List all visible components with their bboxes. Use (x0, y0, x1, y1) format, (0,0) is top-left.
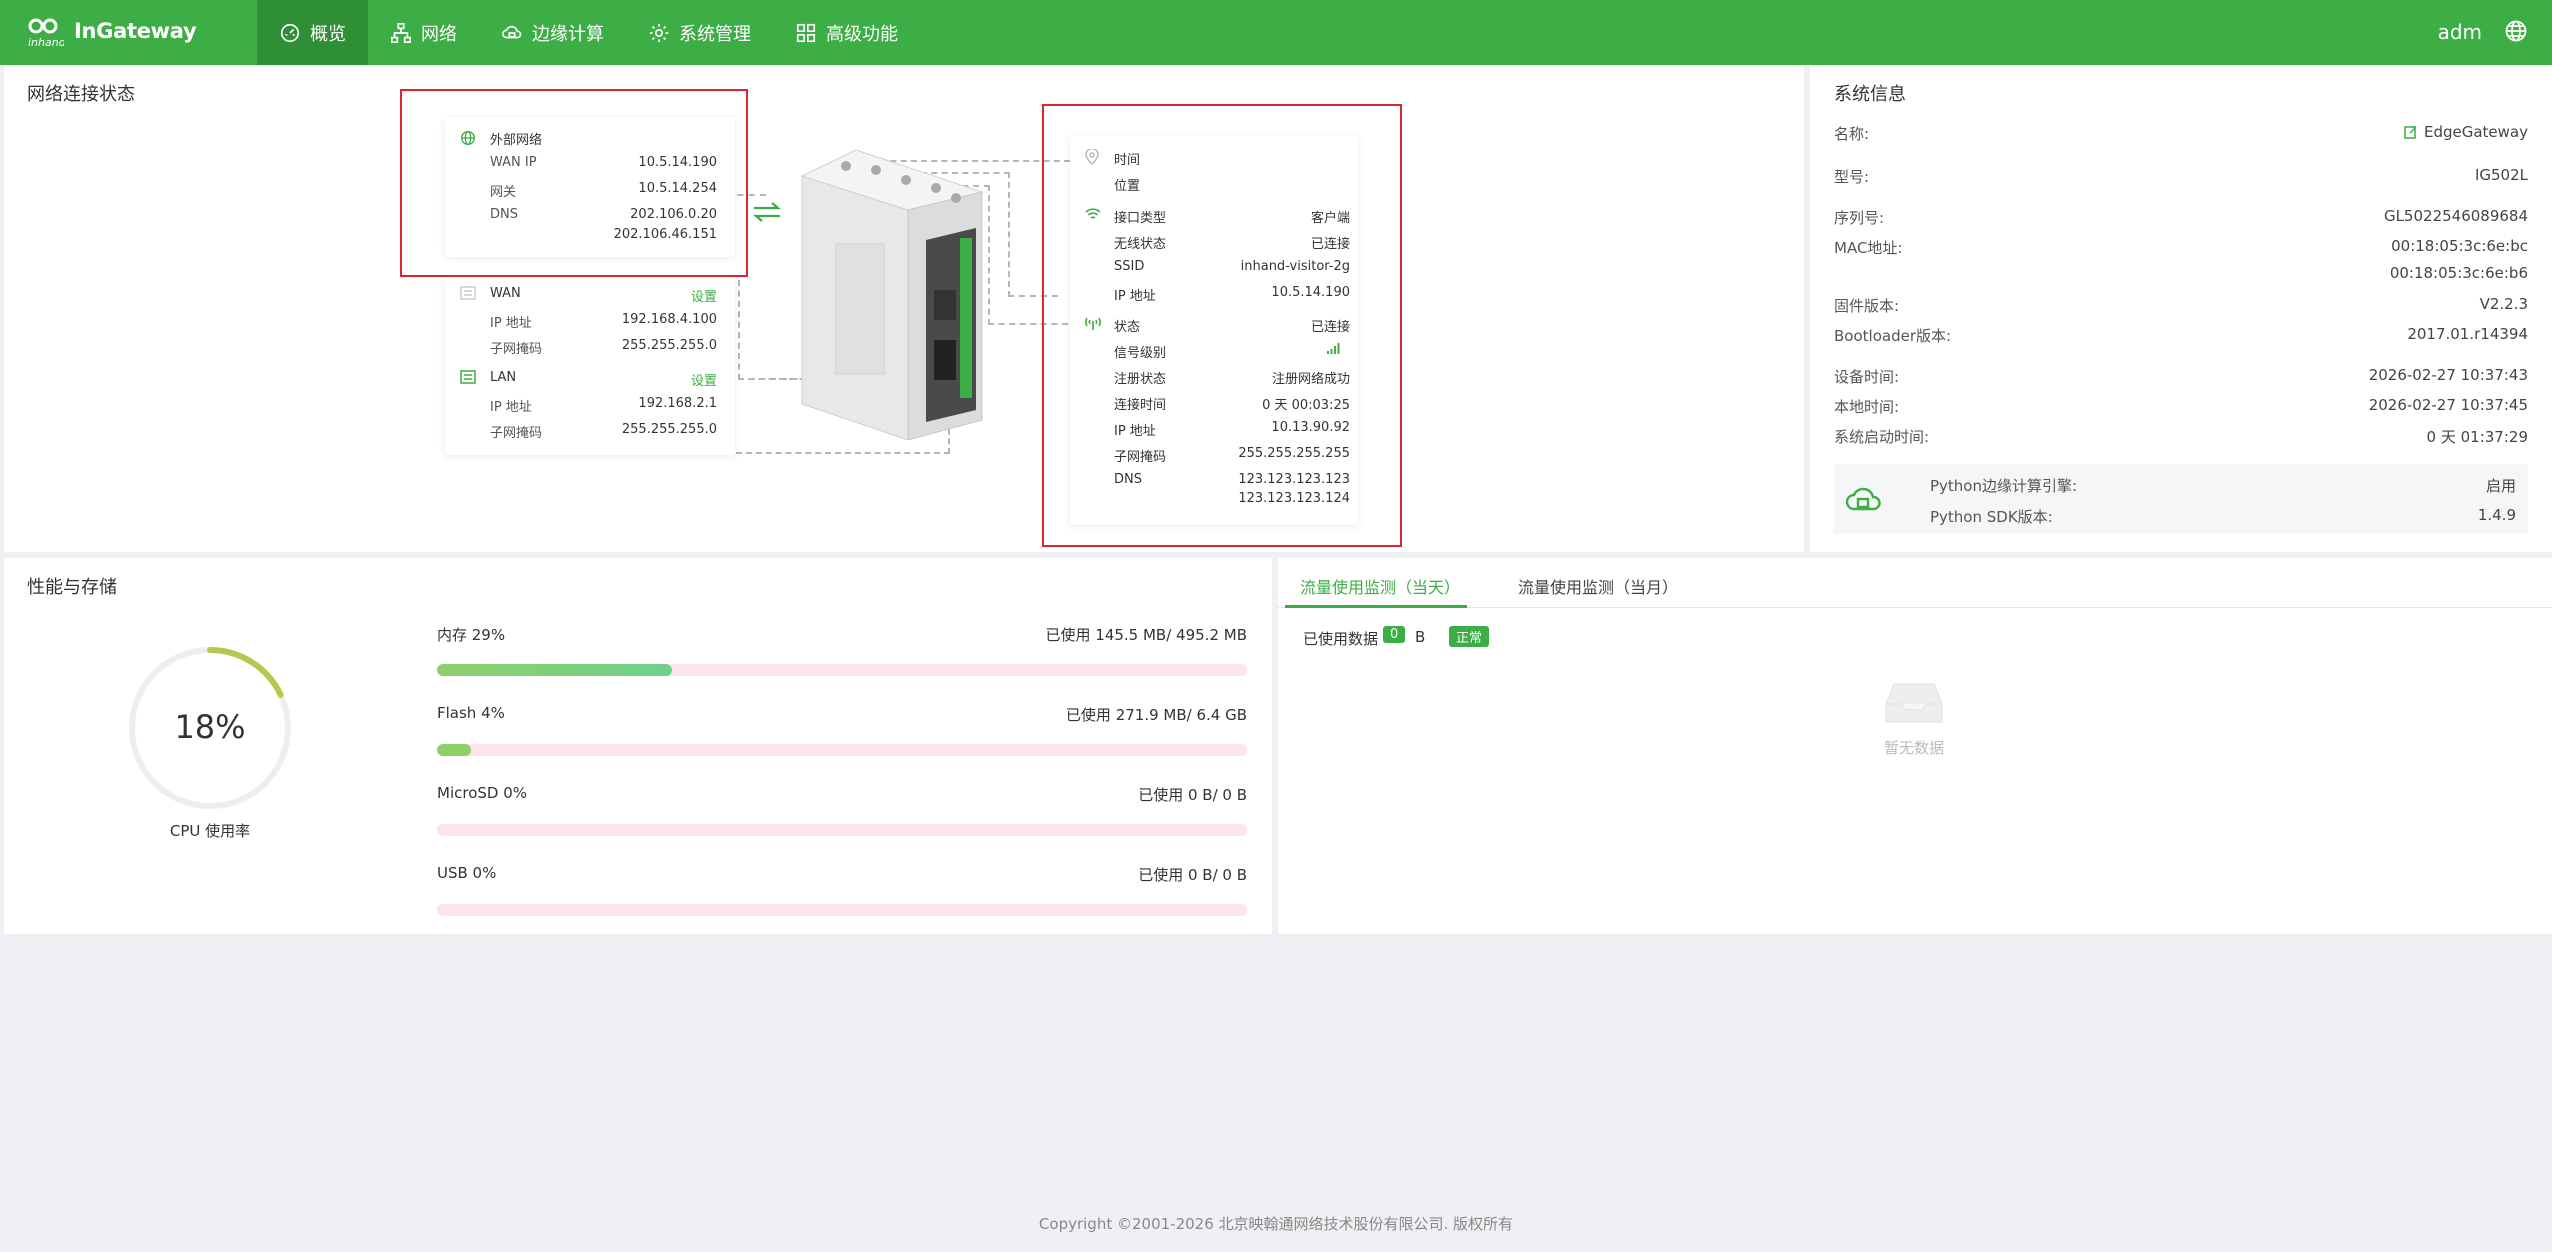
active-tab-indicator (1285, 605, 1467, 608)
wan-mask-value: 255.255.255.0 (621, 338, 717, 353)
local-time-label: 本地时间: (1834, 398, 1900, 416)
connector-line (736, 452, 950, 454)
storage-label: 内存 29% (437, 626, 506, 644)
traffic-status-badge: 正常 (1449, 626, 1490, 647)
logo[interactable]: inhand InGateway (26, 14, 197, 48)
mac-value-2: 00:18:05:3c:6e:b6 (2389, 264, 2528, 282)
menu-label: 网络 (421, 23, 457, 45)
python-sdk-value: 1.4.9 (2477, 506, 2516, 524)
svg-text:inhand: inhand (28, 36, 64, 48)
storage-progress-bar (437, 904, 1247, 916)
storage-progress-bar (437, 744, 1247, 756)
network-status-title: 网络连接状态 (27, 84, 135, 105)
app-name: InGateway (74, 19, 197, 43)
dashboard-icon (280, 23, 300, 42)
lan-ip-value: 192.168.2.1 (638, 396, 717, 411)
grid-icon (796, 23, 816, 42)
menu-advanced[interactable]: 高级功能 (773, 0, 920, 65)
python-engine-value: 启用 (2485, 477, 2516, 495)
tab-traffic-month[interactable]: 流量使用监测（当月） (1518, 574, 1678, 598)
storage-label: MicroSD 0% (437, 784, 528, 802)
python-sdk-label: Python SDK版本: (1930, 508, 2053, 526)
mac-label: MAC地址: (1834, 239, 1903, 257)
name-value: EdgeGateway (2423, 123, 2528, 141)
storage-progress-bar (437, 824, 1247, 836)
performance-storage-title: 性能与存储 (27, 577, 117, 598)
lan-ip-label: IP 地址 (490, 400, 532, 415)
lan-mask-value: 255.255.255.0 (621, 422, 717, 437)
wan-ip-value: 192.168.4.100 (621, 312, 717, 327)
uptime-value: 0 天 01:37:29 (2426, 428, 2528, 446)
wan-mask-label: 子网掩码 (490, 342, 543, 357)
menu-system[interactable]: 系统管理 (626, 0, 773, 65)
menu-edge-computing[interactable]: 边缘计算 (479, 0, 626, 65)
used-data-label: 已使用数据 (1303, 630, 1379, 648)
firmware-label: 固件版本: (1834, 297, 1900, 315)
bootloader-value: 2017.01.r14394 (2407, 325, 2528, 343)
highlight-box (400, 89, 748, 277)
tab-divider (1278, 607, 2552, 608)
device-time-label: 设备时间: (1834, 368, 1900, 386)
network-icon (391, 22, 411, 43)
lan-mask-label: 子网掩码 (490, 426, 543, 441)
python-engine-label: Python边缘计算引擎: (1930, 477, 2078, 495)
menu-label: 高级功能 (826, 23, 898, 45)
storage-progress-fill (437, 744, 471, 756)
mac-value-1: 00:18:05:3c:6e:bc (2391, 237, 2528, 255)
uptime-label: 系统启动时间: (1834, 428, 1930, 446)
name-label: 名称: (1834, 125, 1870, 143)
gateway-device-image (800, 149, 984, 440)
menu-overview[interactable]: 概览 (257, 0, 368, 65)
lan-title: LAN (490, 370, 517, 385)
model-label: 型号: (1834, 168, 1870, 186)
serial-label: 序列号: (1834, 209, 1885, 227)
cpu-usage-label: CPU 使用率 (169, 822, 251, 840)
empty-data-text: 暂无数据 (1883, 739, 1944, 757)
empty-inbox-icon (1885, 683, 1943, 723)
menu-label: 概览 (310, 23, 346, 45)
gear-icon (649, 23, 669, 42)
storage-used: 已使用 271.9 MB/ 6.4 GB (1065, 706, 1247, 724)
edge-cloud-icon (502, 25, 522, 38)
highlight-box (1042, 104, 1402, 547)
device-time-value: 2026-02-27 10:37:43 (2368, 366, 2528, 384)
storage-label: Flash 4% (437, 704, 505, 722)
bootloader-label: Bootloader版本: (1834, 327, 1952, 345)
storage-label: USB 0% (437, 864, 497, 882)
wan-ip-label: IP 地址 (490, 316, 532, 331)
logo-icon: inhand (28, 18, 64, 48)
storage-progress-bar (437, 664, 1247, 676)
system-info-title: 系统信息 (1834, 84, 1906, 105)
tab-traffic-today[interactable]: 流量使用监测（当天） (1300, 574, 1460, 598)
storage-used: 已使用 145.5 MB/ 495.2 MB (1045, 626, 1247, 644)
globe-icon[interactable] (2504, 19, 2528, 43)
menu-network[interactable]: 网络 (368, 0, 479, 65)
ethernet-port-icon (460, 286, 476, 300)
wan-settings-link[interactable]: 设置 (691, 286, 717, 305)
lan-settings-link[interactable]: 设置 (691, 370, 717, 389)
edit-icon[interactable] (2404, 125, 2418, 139)
wan-title: WAN (490, 286, 521, 301)
storage-progress-fill (437, 664, 672, 676)
top-nav: inhand InGateway 概览 网络 边缘计算 系统管理 高级功能 ad… (0, 0, 2552, 65)
model-value: IG502L (2474, 166, 2528, 184)
menu-label: 边缘计算 (532, 23, 604, 45)
firmware-value: V2.2.3 (2479, 295, 2528, 313)
used-data-unit: B (1415, 628, 1426, 646)
cpu-usage-value: 18% (174, 708, 246, 746)
name-value-wrap[interactable]: EdgeGateway (2404, 123, 2528, 141)
used-data-value: 0 (1383, 626, 1406, 643)
user-name[interactable]: adm (2438, 20, 2482, 44)
edge-cloud-icon (1845, 487, 1881, 511)
wan-lan-box: WAN 设置 IP 地址 192.168.4.100 子网掩码 255.255.… (445, 278, 735, 455)
local-time-value: 2026-02-27 10:37:45 (2368, 396, 2528, 414)
serial-value: GL5022546089684 (2383, 207, 2528, 225)
menu-label: 系统管理 (679, 23, 751, 45)
sync-arrows-icon (752, 202, 782, 222)
ethernet-port-icon (460, 370, 476, 384)
footer-copyright: Copyright ©2001-2026 北京映翰通网络技术股份有限公司. 版权… (1038, 1215, 1514, 1233)
storage-used: 已使用 0 B/ 0 B (1138, 786, 1247, 804)
storage-used: 已使用 0 B/ 0 B (1138, 866, 1247, 884)
